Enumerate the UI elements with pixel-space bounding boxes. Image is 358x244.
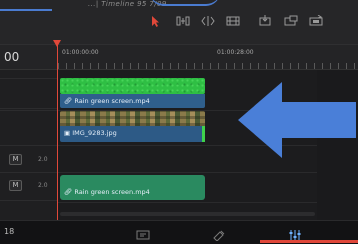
annotation-line [0,9,52,11]
active-page-indicator [260,240,358,243]
annotation-curve [150,0,220,6]
playhead-line[interactable] [57,44,58,224]
track-divider [57,202,317,203]
video-clip-label: 🔗︎ Rain green screen.mp4 [64,97,150,105]
video-clip-green-thumb[interactable] [60,78,205,94]
audio-clip[interactable]: 🔗︎ Rain green screen.mp4 [60,175,205,200]
edit-icon[interactable] [212,226,226,242]
ruler-ticks [58,63,358,69]
timeline-scrollbar[interactable] [60,212,315,216]
image-clip-thumbs-overlay [60,111,205,126]
cursor-icon[interactable] [148,15,162,27]
blade-icon[interactable] [226,15,240,27]
track-volume: 2.0 [38,156,48,163]
mute-button[interactable]: M [9,154,22,165]
audio-clip-label: 🔗︎ Rain green screen.mp4 [64,188,150,196]
image-clip[interactable]: ▣ IMG_9283.jpg [60,126,205,142]
ruler-label-end: 01:00:28:00 [217,49,254,56]
toolbar: ...| Timeline 95 7/09... [0,0,358,44]
media-icon[interactable] [136,226,150,240]
page-navigation: 18 [0,220,358,244]
track-divider [0,172,57,173]
timeline-ruler[interactable]: 00 01:00:00:00 01:00:28:00 [0,44,358,70]
page-number: 18 [4,227,15,236]
track-divider [0,78,57,79]
mute-button[interactable]: M [9,180,22,191]
replace-icon[interactable] [309,15,323,27]
track-divider [0,200,57,201]
insert-icon[interactable] [258,15,272,27]
split-icon[interactable] [201,15,215,27]
video-clip-rain[interactable]: 🔗︎ Rain green screen.mp4 [60,94,205,108]
annotation-arrow-icon [238,82,356,158]
link-icon: 🔗︎ [64,188,73,196]
overwrite-icon[interactable] [284,15,298,27]
track-divider [0,110,57,111]
track-headers: M 2.0 M 2.0 [0,70,57,220]
track-volume: 2.0 [38,182,48,189]
ruler-label-start: 01:00:00:00 [62,49,99,56]
link-icon: 🔗︎ [64,97,73,105]
image-icon: ▣ [64,129,71,137]
track-divider [0,108,57,109]
clip-edge-marker [202,126,205,142]
trim-icon[interactable] [176,15,190,27]
mixer-icon[interactable] [288,226,302,240]
image-clip-label: ▣ IMG_9283.jpg [64,129,117,137]
track-divider [0,145,57,146]
current-timecode: 00 [4,50,20,64]
track-divider [57,172,317,173]
